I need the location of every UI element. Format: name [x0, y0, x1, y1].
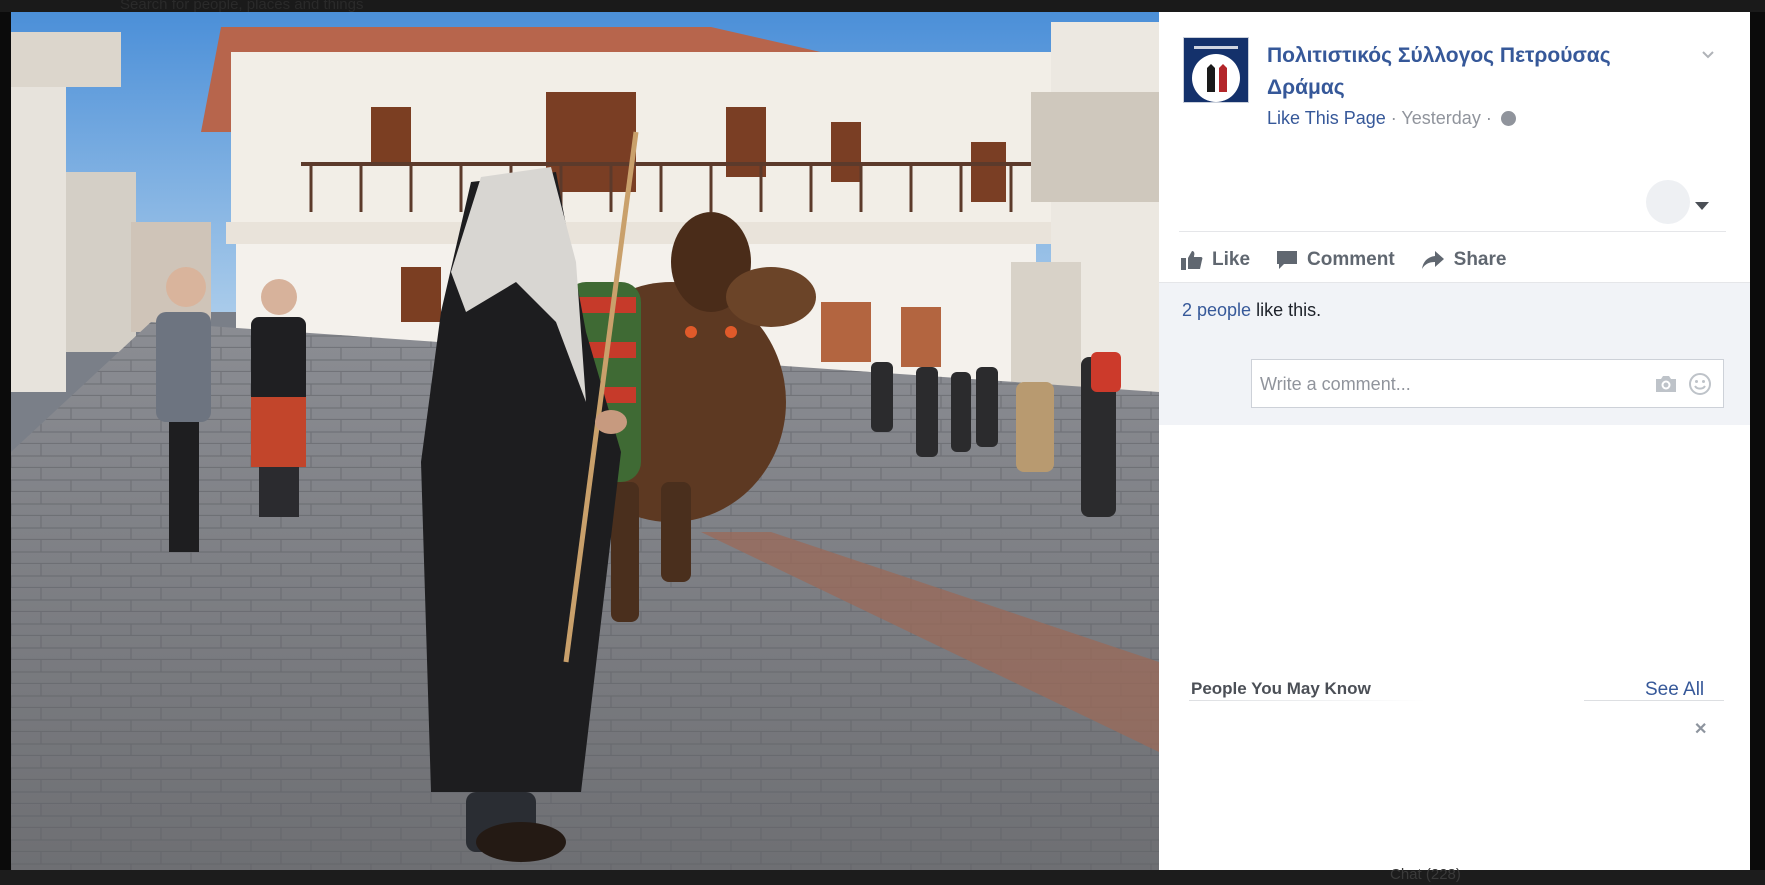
photo-lightbox: Πολιτιστικός Σύλλογος Πετρούσας Δράμας L…	[11, 12, 1750, 870]
post-meta: Like This Page · Yesterday ·	[1267, 108, 1516, 129]
smiley-icon[interactable]	[1688, 372, 1712, 396]
share-button-label: Share	[1453, 249, 1507, 270]
actor-caret-icon[interactable]	[1695, 202, 1709, 210]
comment-icon	[1277, 251, 1298, 269]
pymk-close-icon[interactable]: ✕	[1694, 719, 1707, 739]
camera-icon[interactable]	[1654, 374, 1678, 394]
comment-button-label: Comment	[1307, 249, 1395, 270]
comment-input[interactable]	[1258, 360, 1622, 409]
comment-box	[1251, 359, 1724, 409]
like-button[interactable]: Like	[1181, 249, 1250, 271]
pymk-divider-left	[1189, 700, 1426, 701]
comment-button[interactable]: Comment	[1276, 249, 1395, 271]
likes-count-link[interactable]: 2 people	[1182, 300, 1251, 320]
background-chat-label[interactable]: Chat (228)	[1390, 866, 1461, 883]
post-action-bar: Like Comment Share	[1181, 242, 1532, 278]
background-bottombar: Chat (228)	[0, 866, 1765, 885]
photo-scene	[11, 12, 1159, 870]
pymk-divider-right	[1584, 700, 1724, 701]
globe-icon	[1500, 111, 1516, 126]
like-button-label: Like	[1212, 249, 1251, 270]
post-photo[interactable]	[11, 12, 1159, 870]
likes-suffix: like this.	[1251, 300, 1322, 320]
page-logo-icon	[1184, 38, 1248, 102]
share-button[interactable]: Share	[1421, 249, 1507, 271]
chevron-down-icon[interactable]	[1701, 48, 1715, 62]
share-arrow-icon	[1421, 251, 1444, 269]
page-name-link[interactable]: Πολιτιστικός Σύλλογος Πετρούσας Δράμας	[1267, 40, 1687, 104]
actions-divider	[1179, 231, 1726, 232]
comments-area: 2 people like this.	[1159, 282, 1750, 425]
pymk-title: People You May Know	[1191, 679, 1371, 698]
meta-separator: ·	[1385, 108, 1402, 128]
meta-separator-2: ·	[1480, 108, 1497, 128]
page-avatar[interactable]	[1183, 37, 1249, 103]
like-page-link[interactable]: Like This Page	[1267, 108, 1386, 128]
likes-summary: 2 people like this.	[1182, 300, 1321, 321]
background-topbar: Search for people, places and things	[0, 0, 1765, 13]
post-sidebar: Πολιτιστικός Σύλλογος Πετρούσας Δράμας L…	[1159, 12, 1750, 870]
commenter-avatar	[1182, 353, 1236, 407]
post-timestamp[interactable]: Yesterday	[1401, 108, 1480, 128]
pymk-see-all-link[interactable]: See All	[1645, 679, 1704, 701]
thumbs-up-icon	[1181, 251, 1203, 270]
actor-avatar[interactable]	[1646, 180, 1690, 224]
